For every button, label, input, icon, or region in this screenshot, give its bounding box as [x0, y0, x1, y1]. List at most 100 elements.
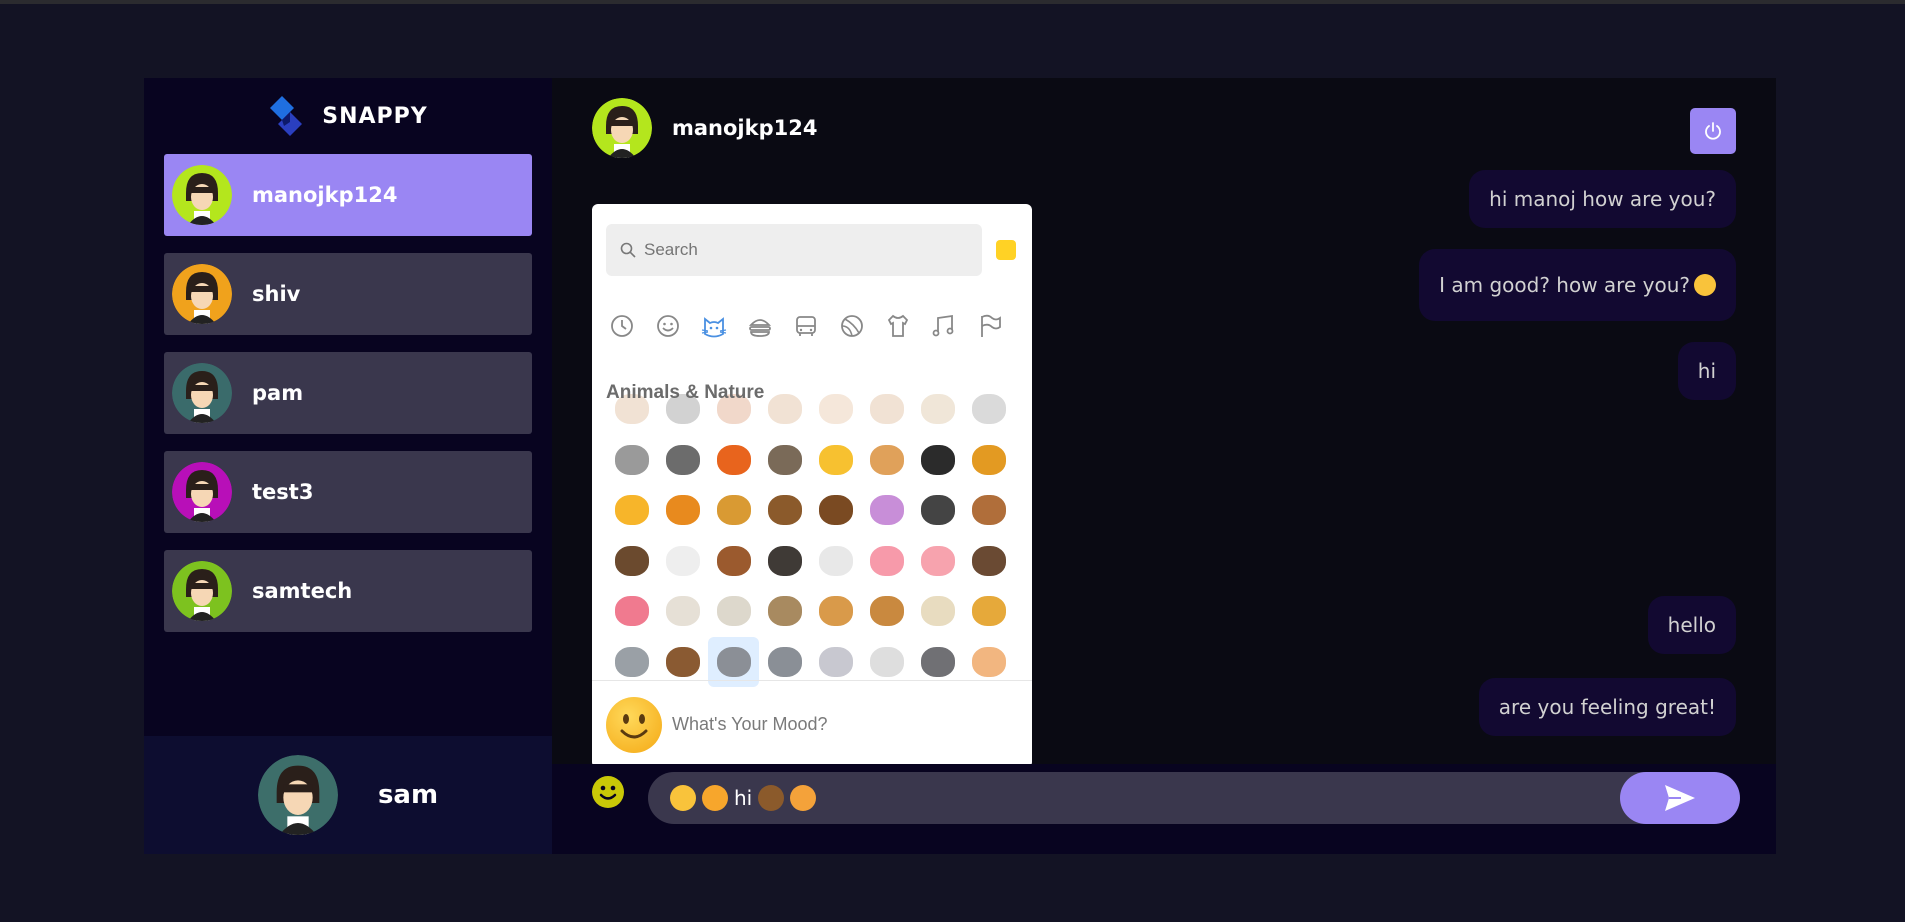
emoji-category-animals[interactable] [698, 310, 730, 342]
mood-placeholder: What's Your Mood? [672, 714, 828, 734]
emoji-ox[interactable] [708, 536, 759, 587]
elephant-icon [614, 646, 649, 677]
wolf-icon [665, 444, 700, 475]
brand-name: SNAPPY [322, 103, 428, 129]
unicorn-icon [869, 495, 904, 526]
black-cat-icon [920, 444, 955, 475]
chat-app: SNAPPY manojkp124 shiv pam test3 samtech sam… [144, 78, 1776, 854]
chat-header-name: manojkp124 [672, 116, 818, 140]
goat-icon [767, 596, 802, 627]
emoji-llama[interactable] [912, 586, 963, 637]
emoji-cat-face[interactable] [810, 435, 861, 486]
mouse-face-icon [818, 646, 853, 677]
message-input-content[interactable]: hi [670, 785, 817, 811]
emoji-pig-face[interactable] [861, 536, 912, 587]
emoji-racehorse[interactable] [810, 485, 861, 536]
emoji-tiger[interactable] [657, 485, 708, 536]
mammoth-icon [665, 646, 700, 677]
emoji-cow[interactable] [810, 536, 861, 587]
emoji-lion[interactable] [963, 435, 1014, 486]
emoji-two-hump-camel[interactable] [861, 586, 912, 637]
cat-face-icon [818, 444, 853, 475]
send-button[interactable] [1620, 772, 1740, 824]
current-user: sam [144, 736, 552, 854]
emoji-service-dog[interactable] [963, 384, 1014, 435]
emoji-category-food[interactable] [744, 310, 776, 342]
tiger-icon [665, 495, 700, 526]
emoji-category-recent[interactable] [606, 310, 638, 342]
contact-item-shiv[interactable]: shiv [164, 253, 532, 335]
snappy-logo-icon [270, 96, 303, 136]
contact-avatar [172, 165, 232, 225]
emoji-toggle-button[interactable] [592, 776, 624, 808]
emoji-monkey-face[interactable] [759, 384, 810, 435]
message-bubble: I am good? how are you? [1419, 249, 1736, 321]
tiger-face-icon [614, 495, 649, 526]
emoji-deer[interactable] [963, 485, 1014, 536]
emoji-ram[interactable] [657, 586, 708, 637]
chat-header: manojkp124 [592, 98, 817, 158]
emoji-category-objects[interactable] [882, 310, 914, 342]
message-input[interactable]: hi [648, 772, 1738, 824]
emoji-horse-face[interactable] [759, 485, 810, 536]
contact-item-test3[interactable]: test3 [164, 451, 532, 533]
emoji-pig-nose[interactable] [606, 586, 657, 637]
chat-panel: manojkp124 hi manoj how are you? I am go… [552, 78, 1776, 854]
contact-item-samtech[interactable]: samtech [164, 550, 532, 632]
emoji-poodle[interactable] [606, 435, 657, 486]
emoji-raccoon[interactable] [759, 435, 810, 486]
contact-name: test3 [252, 480, 314, 504]
emoji-zebra[interactable] [912, 485, 963, 536]
contact-item-manojkp124[interactable]: manojkp124 [164, 154, 532, 236]
emoji-search[interactable] [606, 224, 982, 276]
emoji-tiger-face[interactable] [606, 485, 657, 536]
smiley-icon [599, 785, 617, 800]
emoji-giraffe[interactable] [963, 586, 1014, 637]
emoji-cow-face[interactable] [657, 536, 708, 587]
pig-icon [920, 545, 955, 576]
horse-face-icon [767, 495, 802, 526]
emoji-cat[interactable] [861, 435, 912, 486]
contact-item-pam[interactable]: pam [164, 352, 532, 434]
emoji-dog[interactable] [861, 384, 912, 435]
emoji-ewe[interactable] [708, 586, 759, 637]
mouse-icon [869, 646, 904, 677]
message-input-bar: hi [552, 764, 1776, 854]
poodle-icon [614, 444, 649, 475]
emoji-category-symbols[interactable] [928, 310, 960, 342]
power-icon [1705, 122, 1721, 140]
emoji-pig[interactable] [912, 536, 963, 587]
owl-icon [758, 785, 785, 811]
emoji-picker-footer: What's Your Mood? [592, 680, 1032, 768]
emoji-water-buffalo[interactable] [759, 536, 810, 587]
emoji-wolf[interactable] [657, 435, 708, 486]
emoji-section-label: Animals & Nature [606, 382, 765, 403]
flags-icon [981, 314, 1001, 337]
emoji-category-travel[interactable] [790, 310, 822, 342]
emoji-search-input[interactable] [644, 240, 944, 260]
emoji-bison[interactable] [606, 536, 657, 587]
emoji-black-cat[interactable] [912, 435, 963, 486]
emoji-guide-dog[interactable] [912, 384, 963, 435]
recent-icon [611, 315, 633, 337]
skin-tone-selector[interactable] [996, 240, 1016, 260]
emoji-goat[interactable] [759, 586, 810, 637]
message-text: hi manoj how are you? [1489, 187, 1716, 211]
emoji-fox[interactable] [708, 435, 759, 486]
emoji-dog-face[interactable] [810, 384, 861, 435]
contact-name: samtech [252, 579, 353, 603]
emoji-category-activity[interactable] [836, 310, 868, 342]
emoji-camel[interactable] [810, 586, 861, 637]
brand: SNAPPY [144, 78, 552, 154]
contact-avatar [172, 264, 232, 324]
emoji-unicorn[interactable] [861, 485, 912, 536]
emoji-category-flags[interactable] [974, 310, 1006, 342]
emoji-boar[interactable] [963, 536, 1014, 587]
contact-name: manojkp124 [252, 183, 398, 207]
rat-icon [920, 646, 955, 677]
logout-button[interactable] [1690, 108, 1736, 154]
send-icon [1665, 785, 1695, 811]
emoji-category-smileys[interactable] [652, 310, 684, 342]
zany-face-emoji-icon [1694, 274, 1716, 296]
emoji-leopard[interactable] [708, 485, 759, 536]
